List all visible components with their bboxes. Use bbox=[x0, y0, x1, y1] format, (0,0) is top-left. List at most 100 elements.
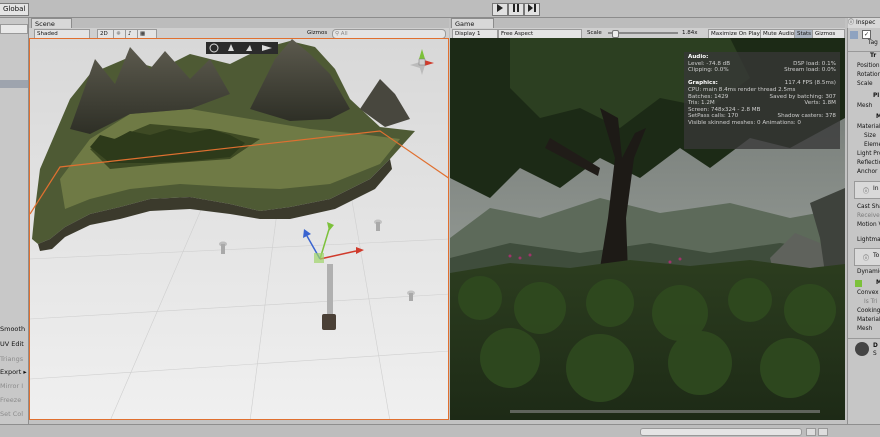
image-icon: ▦ bbox=[140, 31, 146, 37]
sun-icon: ☼ bbox=[116, 31, 121, 37]
bottom-filter-button[interactable] bbox=[806, 428, 816, 436]
stats-saved: Saved by batching: 307 bbox=[769, 93, 836, 100]
stats-clipping: Clipping: 0.0% bbox=[688, 67, 729, 74]
main-toolbar: Global bbox=[0, 0, 880, 18]
tool-label: UV Edit bbox=[0, 340, 24, 348]
submenu-arrow-icon: ▸ bbox=[23, 368, 27, 376]
scene-tab-bar bbox=[29, 18, 449, 28]
stats-level: Level: -74.8 dB bbox=[688, 60, 731, 67]
game-gizmos-label: Gizmos bbox=[815, 31, 836, 37]
motion-vectors-label: Motion V bbox=[857, 222, 880, 228]
divider bbox=[848, 338, 880, 339]
scale-slider-handle[interactable] bbox=[612, 30, 619, 38]
tool-item-triangulate[interactable]: Triangs bbox=[0, 353, 28, 366]
scene-gizmos-dropdown[interactable]: Gizmos bbox=[305, 29, 331, 37]
transform-header[interactable]: Tr bbox=[870, 52, 876, 60]
stats-verts: Verts: 1.8M bbox=[804, 100, 836, 107]
material-asset-name: D bbox=[873, 343, 878, 349]
left-selected-row[interactable] bbox=[0, 80, 28, 88]
stats-tris: Tris: 1.2M bbox=[688, 100, 715, 107]
size-label: Size bbox=[864, 133, 876, 139]
stats-label: Stats bbox=[797, 31, 812, 37]
bottom-search-field[interactable] bbox=[640, 428, 802, 436]
mesh-collider-icon bbox=[855, 280, 862, 287]
cast-shadows-label: Cast Sha bbox=[857, 204, 880, 210]
mute-label: Mute Audio bbox=[763, 31, 795, 37]
2d-toggle-label: 2D bbox=[100, 31, 108, 37]
scale-label: Scale bbox=[857, 81, 873, 87]
tab-inspector[interactable]: ⓘ Inspec bbox=[848, 18, 880, 28]
inspector-tab-bar: ⓘ Inspec bbox=[847, 18, 880, 28]
material-preview-sphere bbox=[855, 342, 869, 356]
info-icon: ⓘ bbox=[863, 255, 870, 262]
stats-dsp: DSP load: 0.1% bbox=[793, 60, 836, 67]
mesh-filter-header[interactable]: Pl bbox=[873, 92, 879, 100]
shading-mode-label: Shaded bbox=[37, 31, 58, 37]
receive-shadows-label: Receive bbox=[857, 213, 880, 219]
tool-label: Triangs bbox=[0, 355, 24, 363]
left-search-field[interactable] bbox=[0, 24, 28, 34]
tool-label: Set Col bbox=[0, 410, 24, 418]
stats-fps: 117.4 FPS (8.5ms) bbox=[784, 80, 836, 87]
pivot-global-label: Global bbox=[3, 5, 26, 13]
mesh-collider-header[interactable]: M bbox=[876, 279, 880, 287]
tool-item-set-collider[interactable]: Set Col bbox=[0, 408, 28, 421]
lightmap-info-box: ⓘ To bbox=[854, 248, 880, 266]
tab-game-label: Game bbox=[455, 20, 475, 28]
tool-item-mirror[interactable]: Mirror I bbox=[0, 380, 28, 393]
tool-item-smooth[interactable]: Smooth bbox=[0, 323, 28, 336]
inspector-panel: ✓ Tag Tr Position Rotation Scale Pl Mesh… bbox=[847, 28, 880, 424]
step-icon bbox=[528, 4, 536, 12]
left-tool-panel: Smooth UV Edit Triangs Export ▸ Mirror I… bbox=[0, 18, 29, 424]
scale-label-wrap: Scale bbox=[585, 29, 609, 37]
display-label: Display 1 bbox=[455, 31, 481, 37]
stats-setpass: SetPass calls: 170 bbox=[688, 113, 739, 120]
convex-label: Convex bbox=[857, 290, 879, 296]
play-icon bbox=[497, 4, 503, 12]
reflection-label: Reflectio bbox=[857, 160, 880, 166]
bottom-favorite-button[interactable] bbox=[818, 428, 828, 436]
tool-label: Export bbox=[0, 368, 22, 376]
active-checkbox[interactable]: ✓ bbox=[862, 30, 871, 39]
scale-value-label: 1.84x bbox=[682, 30, 698, 36]
mesh-label: Mesh bbox=[857, 103, 873, 109]
pause-button[interactable] bbox=[508, 3, 524, 16]
pause-icon bbox=[513, 4, 519, 12]
dynamic-label: Dynamic bbox=[857, 269, 880, 275]
tool-item-freeze[interactable]: Freeze bbox=[0, 394, 28, 407]
lightmap-label: Lightmap bbox=[857, 237, 880, 243]
tool-item-export[interactable]: Export ▸ bbox=[0, 366, 28, 379]
info-text: In bbox=[873, 185, 879, 192]
mesh-renderer-header[interactable]: M bbox=[876, 113, 880, 121]
stats-screen: Screen: 748x324 - 2.8 MB bbox=[688, 106, 761, 113]
maximize-label: Maximize On Play bbox=[711, 31, 760, 37]
search-icon: ⚲ bbox=[335, 31, 340, 37]
info-icon: ⓘ bbox=[863, 188, 870, 195]
tool-item-uv-edit[interactable]: UV Edit bbox=[0, 338, 28, 351]
stats-overlay: Audio: Level: -74.8 dB DSP load: 0.1% Cli… bbox=[684, 52, 840, 149]
gameobject-icon bbox=[850, 31, 858, 39]
material-label: Material bbox=[857, 317, 880, 323]
bottom-status-bar bbox=[0, 424, 880, 437]
materials-label: Materials bbox=[857, 124, 880, 130]
stats-batches: Batches: 1429 bbox=[688, 93, 729, 100]
stats-shadow: Shadow casters: 378 bbox=[777, 113, 836, 120]
scale-value: 1.84x bbox=[680, 29, 704, 37]
scene-search-placeholder: All bbox=[340, 31, 348, 37]
game-tab-bar bbox=[450, 18, 845, 28]
scene-viewport[interactable] bbox=[29, 38, 449, 420]
step-button[interactable] bbox=[524, 3, 540, 16]
collider-mesh-label: Mesh bbox=[857, 326, 873, 332]
scene-render bbox=[30, 39, 448, 419]
pivot-global-toggle[interactable]: Global bbox=[0, 3, 30, 16]
stats-graphics-header: Graphics: bbox=[688, 80, 718, 87]
scale-label: Scale bbox=[587, 30, 602, 36]
play-button[interactable] bbox=[492, 3, 508, 16]
stats-skinned: Visible skinned meshes: 0 Animations: 0 bbox=[688, 119, 801, 126]
lightmap-info-text: To bbox=[873, 252, 880, 259]
speaker-icon: ♪ bbox=[128, 31, 132, 37]
tool-label: Freeze bbox=[0, 396, 22, 404]
scene-gizmos-label: Gizmos bbox=[307, 30, 328, 36]
rotation-label: Rotation bbox=[857, 72, 880, 78]
stats-stream: Stream load: 0.0% bbox=[784, 67, 836, 74]
